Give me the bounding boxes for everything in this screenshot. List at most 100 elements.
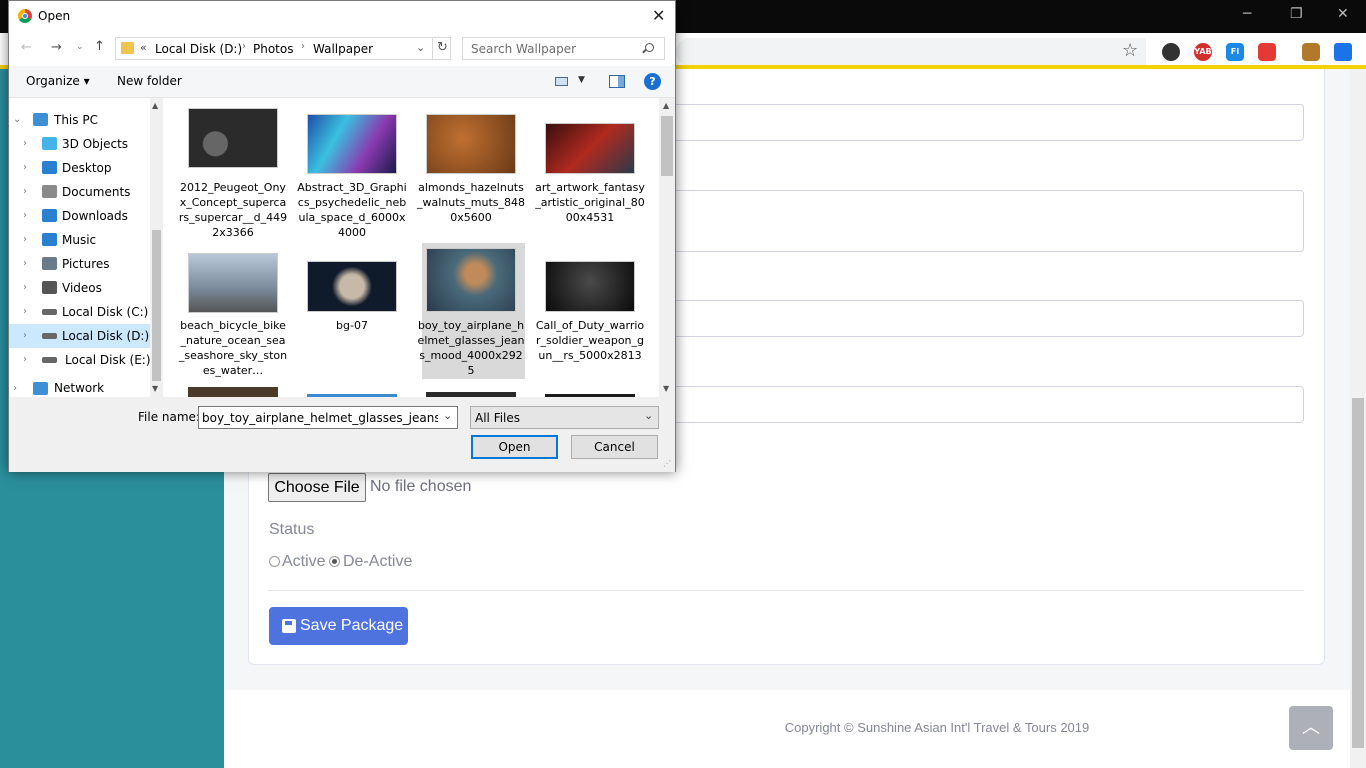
tree-item-documents[interactable]: › Documents xyxy=(9,180,163,204)
tree-item-this-pc[interactable]: ⌄ This PC xyxy=(9,108,163,132)
up-arrow-icon[interactable]: ↑ xyxy=(94,39,105,54)
folder-icon xyxy=(121,42,134,54)
yab-extension-icon[interactable]: YAB xyxy=(1194,43,1212,61)
tree-label: Local Disk (E:) xyxy=(65,353,151,367)
file-item[interactable] xyxy=(545,261,635,312)
drive-icon xyxy=(42,333,57,339)
file-name: boy_toy_airplane_helmet_glasses_jeans_mo… xyxy=(417,319,525,377)
file-item[interactable] xyxy=(307,261,397,312)
file-type-chevron-icon[interactable]: ⌄ xyxy=(644,409,653,422)
tree-item-local-disk-e[interactable]: › Local Disk (E:) xyxy=(9,348,163,372)
download-extension-icon[interactable] xyxy=(1258,43,1276,61)
file-list-scrollbar-thumb[interactable] xyxy=(661,116,673,176)
expand-chevron-icon[interactable]: › xyxy=(13,380,17,397)
open-button[interactable]: Open xyxy=(471,435,558,459)
search-icon[interactable] xyxy=(642,43,654,54)
no-file-text: No file chosen xyxy=(370,478,472,495)
tree-label: Documents xyxy=(62,185,131,199)
minimize-icon[interactable]: ─ xyxy=(1243,6,1251,22)
expand-chevron-icon[interactable]: ⌄ xyxy=(13,108,21,132)
status-label: Status xyxy=(269,521,315,538)
address-bar[interactable] xyxy=(676,38,1146,66)
tree-item-music[interactable]: › Music xyxy=(9,228,163,252)
file-item[interactable] xyxy=(545,123,635,174)
cast-extension-icon[interactable] xyxy=(1334,43,1352,61)
recent-locations-icon[interactable]: ⌄ xyxy=(76,42,84,52)
breadcrumb-overflow[interactable]: « xyxy=(140,41,147,54)
breadcrumb[interactable]: « Local Disk (D:) › Photos › Wallpaper ⌄… xyxy=(115,37,451,60)
open-file-dialog: Open ✕ ← → ⌄ ↑ « Local Disk (D:) › Photo… xyxy=(8,0,676,472)
file-item[interactable] xyxy=(307,114,397,174)
dialog-title: Open xyxy=(38,9,71,23)
fi-extension-icon[interactable]: FI xyxy=(1226,43,1244,61)
active-radio[interactable] xyxy=(269,556,280,567)
breadcrumb-dropdown-icon[interactable]: ⌄ xyxy=(416,41,425,54)
search-input[interactable]: Search Wallpaper xyxy=(462,37,665,60)
resize-grip-icon[interactable]: ⋰ xyxy=(663,459,671,468)
file-item[interactable] xyxy=(188,253,278,313)
tree-item-3d-objects[interactable]: › 3D Objects xyxy=(9,132,163,156)
expand-chevron-icon[interactable]: › xyxy=(23,300,27,324)
breadcrumb-item[interactable]: Local Disk (D:) xyxy=(155,42,242,56)
tree-label: Local Disk (D:) xyxy=(62,329,150,343)
documents-icon xyxy=(42,185,57,198)
expand-chevron-icon[interactable]: › xyxy=(23,252,27,276)
deactive-radio[interactable] xyxy=(329,556,340,567)
file-item[interactable] xyxy=(426,114,516,174)
expand-chevron-icon[interactable]: › xyxy=(23,348,27,372)
refresh-icon[interactable]: ↻ xyxy=(437,40,448,55)
file-name-label: File name: xyxy=(138,410,200,424)
expand-chevron-icon[interactable]: › xyxy=(23,156,27,180)
cancel-button[interactable]: Cancel xyxy=(571,435,658,459)
forward-arrow-icon[interactable]: → xyxy=(51,40,62,55)
page-scrollbar-thumb[interactable] xyxy=(1352,398,1364,748)
expand-chevron-icon[interactable]: › xyxy=(23,132,27,156)
file-name-input[interactable]: boy_toy_airplane_helmet_glasses_jeans_mo… xyxy=(198,406,458,429)
back-arrow-icon[interactable]: ← xyxy=(21,40,32,55)
file-thumbnail[interactable] xyxy=(188,387,278,397)
expand-chevron-icon[interactable]: › xyxy=(23,324,27,348)
copyright-text: Copyright © Sunshine Asian Int'l Travel … xyxy=(784,720,1090,735)
expand-chevron-icon[interactable]: › xyxy=(23,228,27,252)
restore-icon[interactable]: ❐ xyxy=(1290,6,1303,22)
file-thumbnail xyxy=(307,114,397,174)
file-name: beach_bicycle_bike_nature_ocean_sea_seas… xyxy=(178,319,288,377)
choose-file-button[interactable]: Choose File xyxy=(268,473,366,502)
expand-chevron-icon[interactable]: › xyxy=(23,276,27,300)
dialog-close-icon[interactable]: ✕ xyxy=(652,6,665,25)
3d-objects-icon xyxy=(42,137,57,150)
view-options-chevron-icon[interactable]: ▼ xyxy=(578,75,585,85)
new-folder-button[interactable]: New folder xyxy=(117,74,182,88)
tree-item-local-disk-c[interactable]: › Local Disk (C:) xyxy=(9,300,163,324)
file-name-dropdown-icon[interactable]: ⌄ xyxy=(443,409,452,422)
speed-dial-extension-icon[interactable] xyxy=(1162,43,1180,61)
browser-close-icon[interactable]: ✕ xyxy=(1337,6,1349,22)
command-bar: Organize ▾ New folder ▼ ? xyxy=(9,66,675,98)
tree-item-downloads[interactable]: › Downloads xyxy=(9,204,163,228)
file-type-select[interactable]: All Files ⌄ xyxy=(470,406,659,429)
file-name: 2012_Peugeot_Onyx_Concept_supercars_supe… xyxy=(178,181,288,239)
expand-chevron-icon[interactable]: › xyxy=(23,180,27,204)
file-item[interactable] xyxy=(188,108,278,168)
desktop-icon xyxy=(42,161,57,174)
bookmark-star-icon[interactable]: ☆ xyxy=(1122,40,1138,61)
tree-label: This PC xyxy=(54,113,98,127)
tree-item-local-disk-d[interactable]: › Local Disk (D:) xyxy=(9,324,150,348)
file-type-value: All Files xyxy=(475,411,521,425)
extension-icon[interactable] xyxy=(1302,43,1320,61)
tree-item-network[interactable]: › Network xyxy=(9,380,163,397)
expand-chevron-icon[interactable]: › xyxy=(23,204,27,228)
tree-item-videos[interactable]: › Videos xyxy=(9,276,163,300)
tree-item-pictures[interactable]: › Pictures xyxy=(9,252,163,276)
breadcrumb-item[interactable]: Wallpaper xyxy=(313,42,373,56)
scroll-to-top-button[interactable]: ︿ xyxy=(1289,706,1333,750)
help-icon[interactable]: ? xyxy=(644,73,661,90)
file-list-scrollbar[interactable]: ▲ ▼ xyxy=(659,98,675,397)
tree-item-desktop[interactable]: › Desktop xyxy=(9,156,163,180)
tree-label: Videos xyxy=(62,281,102,295)
change-view-icon[interactable] xyxy=(555,77,568,86)
organize-menu[interactable]: Organize ▾ xyxy=(26,74,90,88)
breadcrumb-item[interactable]: Photos xyxy=(253,42,293,56)
preview-pane-icon[interactable] xyxy=(609,75,625,88)
active-radio-label: Active xyxy=(282,553,326,570)
